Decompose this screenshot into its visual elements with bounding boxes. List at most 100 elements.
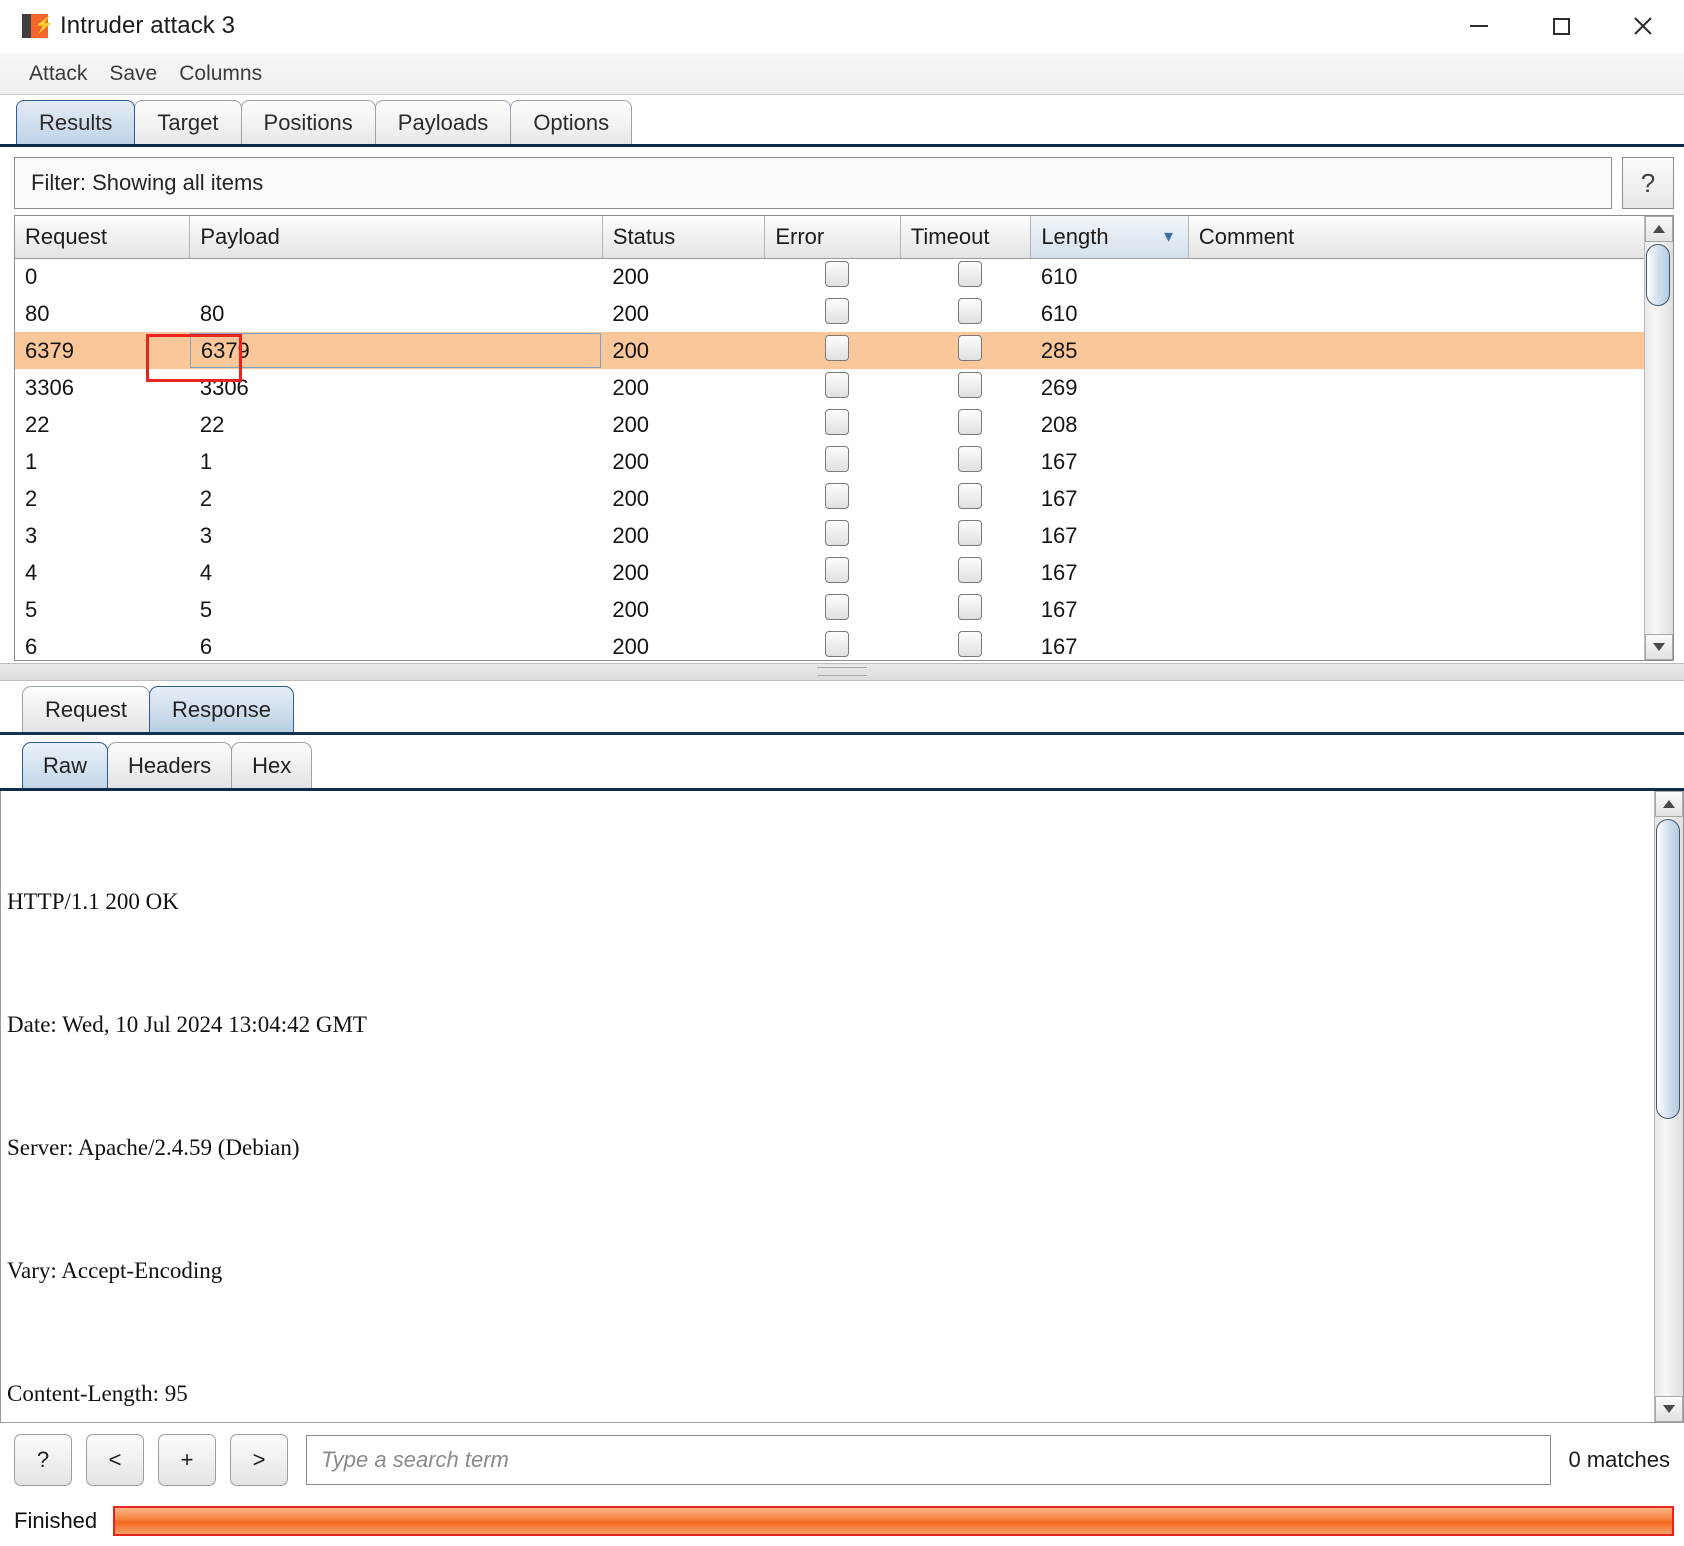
cell-request: 3306 xyxy=(25,374,74,400)
column-header-status[interactable]: Status xyxy=(602,216,766,259)
error-checkbox[interactable] xyxy=(825,260,850,287)
cell-request: 3 xyxy=(25,522,38,548)
tab-payloads[interactable]: Payloads xyxy=(374,100,512,144)
cell-comment xyxy=(1188,258,1644,295)
scroll-thumb[interactable] xyxy=(1646,244,1671,306)
cell-comment xyxy=(1188,591,1644,628)
window-title: Intruder attack 3 xyxy=(60,12,236,39)
cell-payload: 1 xyxy=(199,448,213,474)
cell-length: 167 xyxy=(1040,559,1078,585)
error-checkbox[interactable] xyxy=(825,371,850,398)
column-header-length-label: Length xyxy=(1041,223,1109,249)
tab-results[interactable]: Results xyxy=(16,100,136,144)
cell-payload: 5 xyxy=(199,596,213,622)
window-controls xyxy=(1438,0,1684,52)
close-icon[interactable] xyxy=(1602,0,1684,52)
tab-request[interactable]: Request xyxy=(22,686,150,732)
menu-columns[interactable]: Columns xyxy=(168,60,273,88)
table-row[interactable]: 80 80 200 610 xyxy=(15,295,1644,332)
scroll-up-icon[interactable] xyxy=(1655,791,1683,817)
search-help-button[interactable]: ? xyxy=(14,1433,72,1486)
error-checkbox[interactable] xyxy=(825,593,850,620)
cell-length: 167 xyxy=(1040,448,1078,474)
cell-status: 200 xyxy=(612,522,650,548)
table-row[interactable]: 2 2 200 167 xyxy=(15,480,1644,517)
table-row[interactable]: 22 22 200 208 xyxy=(15,406,1644,443)
filter-bar[interactable]: Filter: Showing all items xyxy=(14,157,1612,209)
cell-payload[interactable]: 6379 xyxy=(189,332,603,369)
scroll-thumb[interactable] xyxy=(1656,819,1680,1119)
timeout-checkbox[interactable] xyxy=(958,593,983,620)
tab-response[interactable]: Response xyxy=(148,686,295,732)
scroll-up-icon[interactable] xyxy=(1645,216,1673,242)
cell-status: 200 xyxy=(612,374,650,400)
table-header-row: Request Payload Status Error Timeout Len… xyxy=(15,216,1645,259)
timeout-checkbox[interactable] xyxy=(958,408,983,435)
cell-request: 80 xyxy=(25,300,50,326)
table-row[interactable]: 5 5 200 167 xyxy=(15,591,1644,628)
error-checkbox[interactable] xyxy=(825,519,850,546)
timeout-checkbox[interactable] xyxy=(958,371,983,398)
cell-timeout xyxy=(900,443,1031,480)
cell-error xyxy=(765,591,900,628)
timeout-checkbox[interactable] xyxy=(958,297,983,324)
filter-help-button[interactable]: ? xyxy=(1622,157,1674,209)
tab-raw[interactable]: Raw xyxy=(22,742,109,788)
table-row[interactable]: 0 200 610 xyxy=(15,258,1644,295)
error-checkbox[interactable] xyxy=(825,334,850,361)
cell-payload: 3306 xyxy=(199,374,249,400)
tab-target[interactable]: Target xyxy=(134,100,242,144)
cell-payload: 80 xyxy=(199,300,225,326)
table-row-selected[interactable]: 6379 6379 200 285 xyxy=(15,332,1645,369)
timeout-checkbox[interactable] xyxy=(958,334,983,361)
column-header-error[interactable]: Error xyxy=(764,216,901,259)
response-vertical-scrollbar[interactable] xyxy=(1654,791,1683,1422)
column-header-payload[interactable]: Payload xyxy=(189,216,603,259)
column-header-length[interactable]: Length ▼ xyxy=(1030,216,1189,259)
table-row[interactable]: 1 1 200 167 xyxy=(15,443,1644,480)
search-prev-button[interactable]: < xyxy=(86,1433,144,1486)
search-input[interactable]: Type a search term xyxy=(306,1434,1551,1485)
table-row[interactable]: 3 3 200 167 xyxy=(15,517,1644,554)
column-header-comment[interactable]: Comment xyxy=(1188,216,1645,259)
cell-error xyxy=(764,332,901,369)
menu-save[interactable]: Save xyxy=(98,60,168,88)
error-checkbox[interactable] xyxy=(825,630,850,657)
timeout-checkbox[interactable] xyxy=(958,482,983,509)
column-header-request[interactable]: Request xyxy=(15,216,191,259)
scroll-track[interactable] xyxy=(1645,242,1673,634)
table-row[interactable]: 4 4 200 167 xyxy=(15,554,1644,591)
timeout-checkbox[interactable] xyxy=(958,260,983,287)
scroll-down-icon[interactable] xyxy=(1655,1396,1683,1422)
column-header-timeout[interactable]: Timeout xyxy=(900,216,1032,259)
search-add-button[interactable]: + xyxy=(158,1433,216,1486)
tab-positions[interactable]: Positions xyxy=(240,100,376,144)
tab-options[interactable]: Options xyxy=(510,100,633,144)
status-bar: Finished xyxy=(0,1496,1684,1546)
response-raw-text[interactable]: HTTP/1.1 200 OK Date: Wed, 10 Jul 2024 1… xyxy=(1,791,1654,1422)
error-checkbox[interactable] xyxy=(825,445,850,472)
error-checkbox[interactable] xyxy=(825,297,850,324)
cell-comment xyxy=(1188,480,1644,517)
results-vertical-scrollbar[interactable] xyxy=(1644,216,1673,660)
scroll-down-icon[interactable] xyxy=(1645,634,1673,660)
scroll-track[interactable] xyxy=(1655,817,1683,1396)
error-checkbox[interactable] xyxy=(825,408,850,435)
timeout-checkbox[interactable] xyxy=(958,445,983,472)
cell-comment xyxy=(1188,443,1644,480)
minimize-icon[interactable] xyxy=(1438,0,1520,52)
panel-splitter[interactable] xyxy=(0,663,1684,681)
response-header-line: Date: Wed, 10 Jul 2024 13:04:42 GMT xyxy=(7,1012,367,1037)
search-next-button[interactable]: > xyxy=(230,1433,288,1486)
timeout-checkbox[interactable] xyxy=(958,556,983,583)
timeout-checkbox[interactable] xyxy=(958,630,983,657)
timeout-checkbox[interactable] xyxy=(958,519,983,546)
menu-attack[interactable]: Attack xyxy=(18,60,98,88)
error-checkbox[interactable] xyxy=(825,556,850,583)
tab-headers[interactable]: Headers xyxy=(107,742,233,788)
table-row[interactable]: 6 6 200 167 xyxy=(15,628,1644,660)
maximize-icon[interactable] xyxy=(1520,0,1602,52)
table-row[interactable]: 3306 3306 200 269 xyxy=(15,369,1644,406)
error-checkbox[interactable] xyxy=(825,482,850,509)
tab-hex[interactable]: Hex xyxy=(231,742,313,788)
